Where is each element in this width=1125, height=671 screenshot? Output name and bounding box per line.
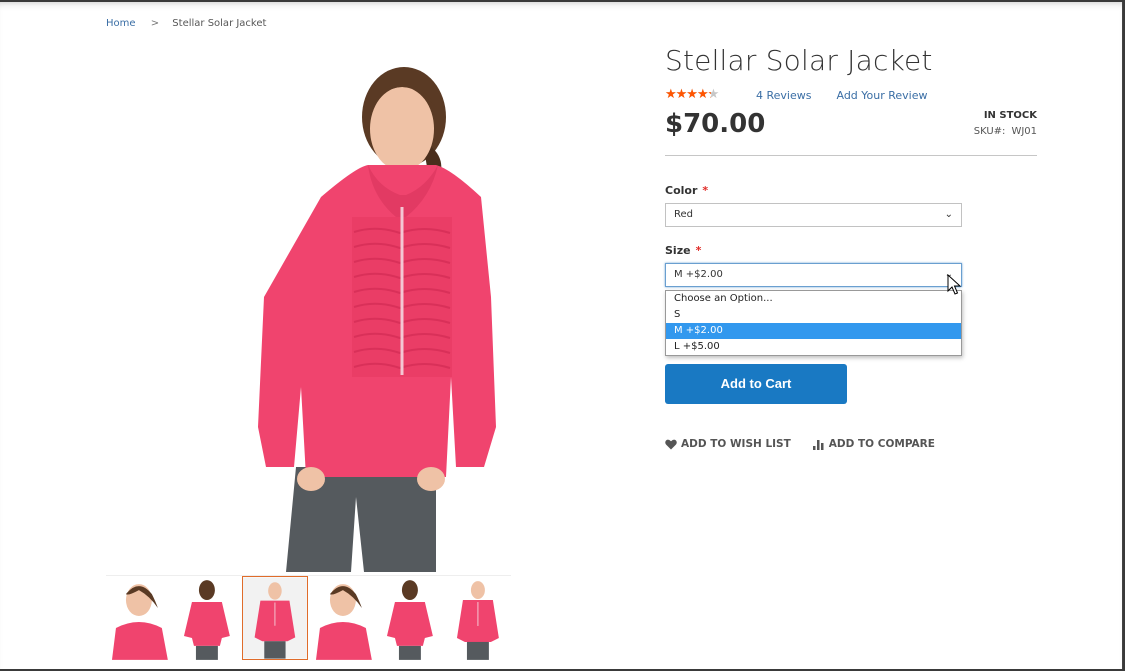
color-select[interactable]: Red ⌄ xyxy=(665,203,962,227)
add-review-link[interactable]: Add Your Review xyxy=(836,89,927,102)
wishlist-label: Add to Wish List xyxy=(681,438,791,450)
breadcrumb: Home > Stellar Solar Jacket xyxy=(106,18,266,29)
breadcrumb-separator: > xyxy=(150,18,160,29)
reviews-count-link[interactable]: 4 Reviews xyxy=(756,89,811,102)
sku-value: WJ01 xyxy=(1011,126,1037,137)
add-to-compare-link[interactable]: Add to Compare xyxy=(812,438,935,450)
color-label: Color * xyxy=(665,184,962,197)
price-row: $70.00 In stock SKU#: WJ01 xyxy=(665,108,1037,156)
size-dropdown-list: Choose an Option... S M +$2.00 L +$5.00 xyxy=(665,290,962,356)
color-field: Color * Red ⌄ xyxy=(665,184,962,227)
thumbnail-4[interactable] xyxy=(309,576,376,660)
thumbnail-image xyxy=(315,584,372,660)
rating-stars: ★★★★★ ★★★★★ xyxy=(665,88,731,102)
thumbnail-6[interactable] xyxy=(445,576,511,660)
jacket-model-illustration xyxy=(258,67,496,572)
size-label: Size * xyxy=(665,244,962,257)
thumbnail-2[interactable] xyxy=(173,576,240,660)
reviews-summary: ★★★★★ ★★★★★ 4 Reviews Add Your Review xyxy=(665,88,1037,102)
required-mark: * xyxy=(695,244,702,257)
product-title: Stellar Solar Jacket xyxy=(665,44,933,77)
size-option[interactable]: S xyxy=(666,307,961,323)
thumbnail-image xyxy=(242,577,307,659)
compare-label: Add to Compare xyxy=(828,438,935,450)
size-option[interactable]: L +$5.00 xyxy=(666,339,961,355)
thumbnail-3-active[interactable] xyxy=(241,576,308,660)
color-label-text: Color xyxy=(665,184,698,197)
required-mark: * xyxy=(702,184,709,197)
thumbnail-image xyxy=(183,580,230,660)
breadcrumb-home-link[interactable]: Home xyxy=(106,18,136,29)
sku: SKU#: WJ01 xyxy=(974,126,1037,137)
product-secondary-actions: Add to Wish List Add to Compare xyxy=(665,438,935,450)
size-option[interactable]: Choose an Option... xyxy=(666,291,961,307)
sku-label: SKU#: xyxy=(973,126,1006,137)
breadcrumb-current: Stellar Solar Jacket xyxy=(172,18,267,29)
size-label-text: Size xyxy=(665,244,691,257)
thumbnail-image xyxy=(111,584,168,660)
color-select-value: Red xyxy=(674,209,693,220)
product-info: Stellar Solar Jacket ★★★★★ ★★★★★ 4 Revie… xyxy=(665,42,1037,450)
chevron-down-icon: ⌄ xyxy=(944,209,953,220)
mouse-cursor-icon xyxy=(947,274,961,295)
add-to-wishlist-link[interactable]: Add to Wish List xyxy=(665,438,791,450)
size-select-value: M +$2.00 xyxy=(674,269,723,280)
thumbnail-image xyxy=(457,581,500,660)
thumbnail-image xyxy=(387,580,434,660)
heart-icon xyxy=(665,439,677,449)
stock-info: In stock SKU#: WJ01 xyxy=(974,110,1037,137)
stock-status: In stock xyxy=(983,110,1037,121)
bar-chart-icon xyxy=(812,439,824,450)
star-icon-filled: ★★★★★ xyxy=(665,88,711,102)
size-select[interactable]: M +$2.00 ⌄ xyxy=(665,263,962,287)
thumbnail-5[interactable] xyxy=(377,576,444,660)
add-to-cart-button[interactable]: Add to Cart xyxy=(665,364,847,404)
size-option[interactable]: M +$2.00 xyxy=(666,323,961,339)
browser-viewport: Home > Stellar Solar Jacket Stellar Sola… xyxy=(0,2,1123,669)
product-main-image[interactable] xyxy=(106,47,511,572)
size-field: Size * M +$2.00 ⌄ Choose an Option... S M +… xyxy=(665,244,962,356)
thumbnail-strip xyxy=(106,575,511,660)
thumbnail-1[interactable] xyxy=(106,576,172,660)
